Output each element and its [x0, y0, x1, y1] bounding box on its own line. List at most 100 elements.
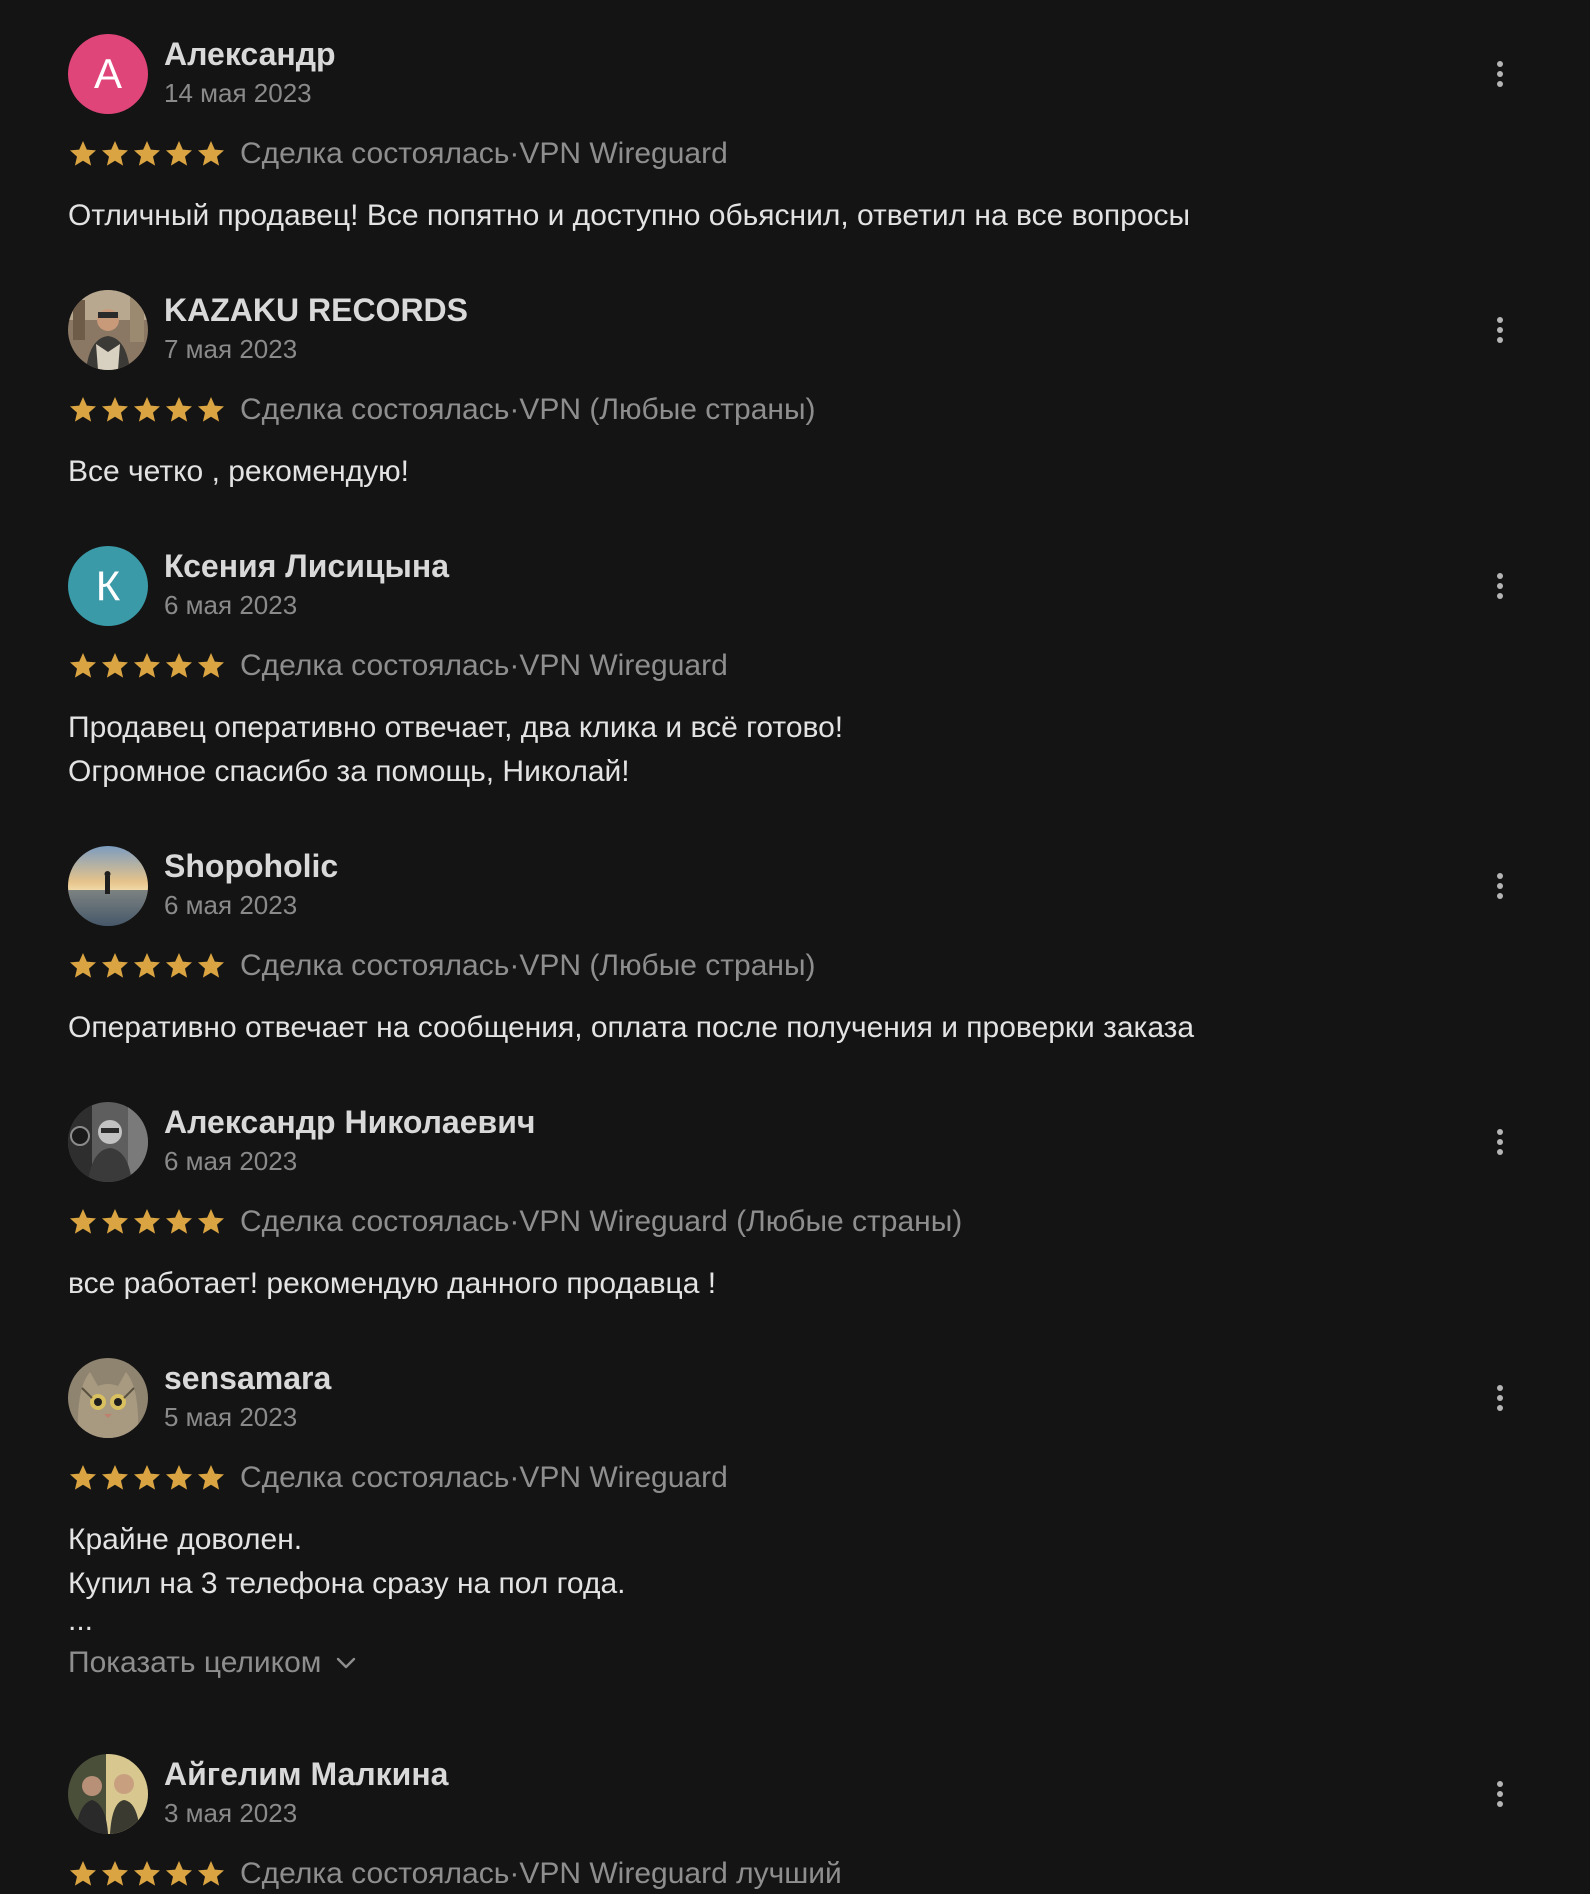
- reviewer-name[interactable]: Александр: [164, 36, 336, 73]
- review-meta: Сделка состоялась · VPN Wireguard лучший: [68, 1854, 842, 1894]
- review-text-line: Оперативно отвечает на сообщения, оплата…: [68, 1011, 1195, 1044]
- meta-separator: ·: [509, 1461, 520, 1494]
- more-vertical-icon: [1497, 873, 1503, 879]
- star-icon: [198, 653, 224, 678]
- more-vertical-icon: [1497, 1129, 1503, 1135]
- avatar[interactable]: [68, 1102, 148, 1182]
- review-text-line: Огромное спасибо за помощь, Николай!: [68, 755, 630, 788]
- avatar-letter: А: [93, 50, 122, 97]
- show-full-label: Показать целиком: [68, 1646, 322, 1679]
- review-meta: Сделка состоялась · VPN Wireguard: [68, 1458, 728, 1498]
- review-text: Отличный продавец! Все попятно и доступн…: [68, 194, 1190, 238]
- more-options-button[interactable]: [1482, 868, 1518, 904]
- review-meta: Сделка состоялась · VPN (Любые страны): [68, 946, 816, 986]
- more-options-button[interactable]: [1482, 312, 1518, 348]
- star-icon: [166, 397, 192, 422]
- more-vertical-icon: [1497, 573, 1503, 579]
- review-date: 6 мая 2023: [164, 590, 298, 620]
- meta-separator: ·: [509, 137, 520, 170]
- avatar[interactable]: [68, 1754, 148, 1834]
- star-icon: [198, 397, 224, 422]
- star-icon: [134, 141, 160, 166]
- review-date: 3 мая 2023: [164, 1798, 298, 1828]
- star-icon: [102, 953, 128, 978]
- more-options-button[interactable]: [1482, 568, 1518, 604]
- review-text: Продавец оперативно отвечает, два клика …: [68, 706, 843, 794]
- product-name: VPN Wireguard лучший: [519, 1857, 842, 1890]
- review-text: Крайне доволен. Купил на 3 телефона сраз…: [68, 1518, 625, 1650]
- chevron-down-icon: [337, 1657, 356, 1669]
- review-meta: Сделка состоялась · VPN Wireguard (Любые…: [68, 1202, 962, 1242]
- avatar-letter: К: [95, 562, 121, 609]
- review-date: 5 мая 2023: [164, 1402, 298, 1432]
- star-icon: [70, 141, 96, 166]
- star-icon: [198, 141, 224, 166]
- review-text-line: Отличный продавец! Все попятно и доступн…: [68, 199, 1191, 232]
- star-icon: [70, 397, 96, 422]
- rating-stars: [68, 651, 226, 681]
- review-date: 6 мая 2023: [164, 1146, 298, 1176]
- star-icon: [102, 397, 128, 422]
- review-text: все работает! рекомендую данного продавц…: [68, 1262, 716, 1306]
- review-date: 7 мая 2023: [164, 334, 298, 364]
- reviewer-name[interactable]: Shopoholic: [164, 848, 338, 885]
- rating-stars: [68, 951, 226, 981]
- meta-separator: ·: [509, 949, 520, 982]
- more-vertical-icon: [1497, 317, 1503, 323]
- star-icon: [198, 953, 224, 978]
- review-meta: Сделка состоялась · VPN Wireguard: [68, 134, 728, 174]
- star-icon: [102, 653, 128, 678]
- star-icon: [70, 953, 96, 978]
- star-icon: [166, 1209, 192, 1234]
- review-text-line: Продавец оперативно отвечает, два клика …: [68, 711, 844, 744]
- star-icon: [198, 1465, 224, 1490]
- more-options-button[interactable]: [1482, 1124, 1518, 1160]
- product-name: VPN (Любые страны): [519, 949, 816, 982]
- more-options-button[interactable]: [1482, 56, 1518, 92]
- avatar[interactable]: [68, 1358, 148, 1438]
- meta-separator: ·: [509, 393, 520, 426]
- more-vertical-icon: [1497, 1385, 1503, 1391]
- review-text: Оперативно отвечает на сообщения, оплата…: [68, 1006, 1194, 1050]
- star-icon: [198, 1861, 224, 1886]
- avatar-photo: [68, 1754, 148, 1834]
- avatar[interactable]: К: [68, 546, 148, 626]
- star-icon: [166, 1465, 192, 1490]
- meta-separator: ·: [509, 1205, 520, 1238]
- review-meta: Сделка состоялась · VPN (Любые страны): [68, 390, 816, 430]
- star-icon: [134, 653, 160, 678]
- avatar[interactable]: [68, 846, 148, 926]
- star-icon: [134, 1209, 160, 1234]
- avatar[interactable]: А: [68, 34, 148, 114]
- product-name: VPN (Любые страны): [519, 393, 816, 426]
- review-text-line: Купил на 3 телефона сразу на пол года.: [68, 1567, 626, 1600]
- rating-stars: [68, 1463, 226, 1493]
- reviewer-name[interactable]: Айгелим Малкина: [164, 1756, 448, 1793]
- reviewer-name[interactable]: Александр Николаевич: [164, 1104, 535, 1141]
- reviewer-name[interactable]: Ксения Лисицына: [164, 548, 449, 585]
- star-icon: [166, 653, 192, 678]
- avatar-photo: [68, 1102, 148, 1182]
- avatar-photo: [68, 846, 148, 926]
- star-icon: [134, 1465, 160, 1490]
- show-full-button[interactable]: Показать целиком: [68, 1646, 357, 1680]
- reviewer-name[interactable]: sensamara: [164, 1360, 331, 1397]
- review-date: 14 мая 2023: [164, 78, 312, 108]
- star-icon: [70, 1209, 96, 1234]
- star-icon: [70, 1861, 96, 1886]
- star-icon: [166, 953, 192, 978]
- star-icon: [102, 1861, 128, 1886]
- reviewer-name[interactable]: KAZAKU RECORDS: [164, 292, 468, 329]
- product-name: VPN Wireguard: [519, 137, 728, 170]
- star-icon: [166, 1861, 192, 1886]
- more-options-button[interactable]: [1482, 1380, 1518, 1416]
- review-text: Все четко , рекомендую!: [68, 450, 409, 494]
- rating-stars: [68, 395, 226, 425]
- avatar[interactable]: [68, 290, 148, 370]
- star-icon: [198, 1209, 224, 1234]
- review-meta: Сделка состоялась · VPN Wireguard: [68, 646, 728, 686]
- more-vertical-icon: [1497, 61, 1503, 67]
- text-ellipsis: ...: [68, 1604, 94, 1637]
- review-date: 6 мая 2023: [164, 890, 298, 920]
- more-options-button[interactable]: [1482, 1776, 1518, 1812]
